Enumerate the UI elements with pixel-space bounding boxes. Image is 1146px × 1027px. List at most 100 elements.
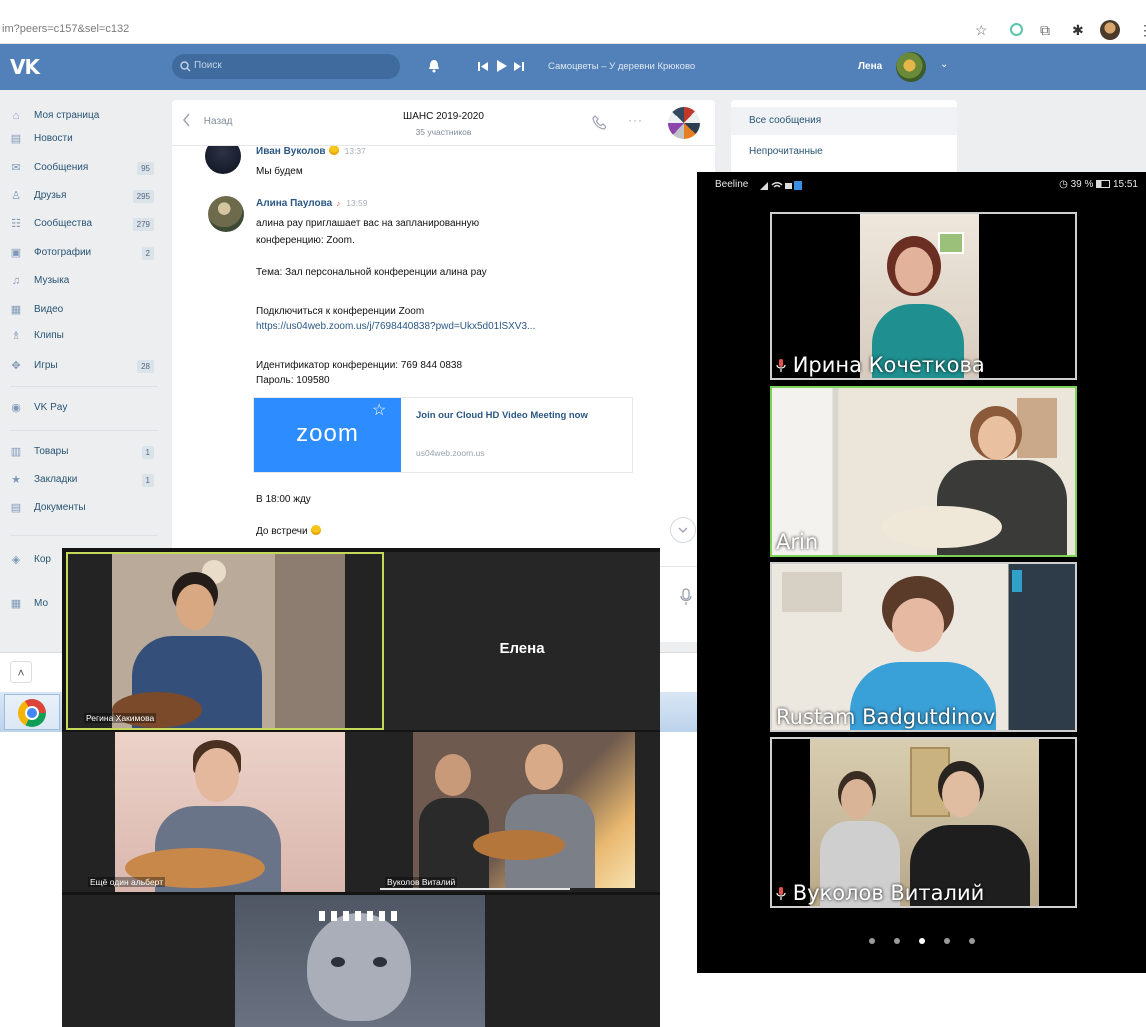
profile-avatar[interactable] — [1100, 20, 1120, 40]
apps-icon: ▦ — [10, 598, 22, 610]
pagination-dot[interactable] — [894, 938, 900, 944]
person-face — [195, 748, 239, 802]
sidebar-divider — [10, 430, 158, 431]
bell-icon[interactable] — [428, 59, 440, 73]
sidebar-item-messages[interactable]: ✉ Сообщения 95 — [6, 159, 160, 177]
vk-logo[interactable]: VK — [10, 55, 40, 79]
chevron-down-icon[interactable]: ⌄ — [940, 59, 948, 70]
message-time: 13:37 — [344, 146, 366, 156]
sidebar-item-label: Моя страница — [34, 110, 100, 121]
sidebar-item-label: Мо — [34, 598, 49, 609]
sidebar-item-music[interactable]: ♫ Музыка — [6, 272, 160, 290]
sidebar-item-label: Клипы — [34, 330, 64, 341]
link-preview-card[interactable]: zoom ☆ Join our Cloud HD Video Meeting n… — [253, 397, 633, 473]
clips-icon: ♗ — [11, 330, 21, 342]
participant-tile-active[interactable]: Arin — [770, 386, 1077, 557]
music-icon: ♫ — [11, 275, 21, 287]
sidebar-item-label: Игры — [34, 360, 58, 371]
cat-head — [307, 913, 411, 1021]
participant-tile[interactable]: Елена — [384, 552, 660, 730]
filter-unread[interactable]: Непрочитанные — [731, 138, 957, 166]
shelf — [1017, 398, 1057, 458]
now-playing[interactable]: Самоцветы – У деревни Крюково — [548, 61, 695, 72]
participant-tile[interactable]: Ирина Кочеткова — [770, 212, 1077, 380]
status-right: ◷ 39 % 15:51 — [1059, 179, 1138, 190]
sidebar-item-my-page[interactable]: ⌂ Моя страница — [6, 107, 160, 125]
participant-name: Rustam Badgutdinov — [776, 705, 996, 729]
message-text: алина рау приглашает вас на запланирован… — [256, 218, 480, 229]
pagination-dot[interactable] — [944, 938, 950, 944]
avatar[interactable] — [208, 196, 244, 232]
phone-call-icon[interactable] — [592, 115, 606, 130]
user-name[interactable]: Лена — [858, 61, 882, 72]
participant-tile[interactable]: Rustam Badgutdinov — [770, 562, 1077, 732]
scroll-down-button[interactable] — [670, 517, 696, 543]
next-track-icon[interactable] — [514, 62, 524, 71]
avatar[interactable] — [205, 146, 241, 174]
link-title[interactable]: Join our Cloud HD Video Meeting now — [416, 410, 626, 422]
sidebar-item-friends[interactable]: ♙ Друзья 295 — [6, 187, 160, 205]
participant-video — [115, 732, 345, 892]
address-bar[interactable]: im?peers=c157&sel=c132 — [2, 23, 129, 35]
communities-icon: ☷ — [11, 218, 21, 230]
guitar — [882, 506, 1002, 548]
bookmark-star-icon[interactable]: ☆ — [372, 400, 386, 420]
sidebar-item-vkpay[interactable]: ◉ VK Pay — [6, 399, 160, 417]
prev-track-icon[interactable] — [478, 62, 488, 71]
participant-tile-active[interactable]: Регина Хакимова — [66, 552, 384, 730]
hood-teeth — [319, 911, 399, 921]
search-input[interactable]: Поиск — [172, 54, 400, 79]
participant-tile[interactable]: Ещё один альберт — [62, 732, 380, 892]
sidebar-item-label: Друзья — [34, 190, 67, 201]
pagination-dot-active[interactable] — [919, 938, 925, 944]
sidebar-item-goods[interactable]: ▥ Товары 1 — [6, 443, 160, 461]
sidebar-item-clips[interactable]: ♗ Клипы — [6, 327, 160, 345]
message-text: Тема: Зал персональной конференции алина… — [256, 267, 487, 278]
signal-icons — [760, 181, 802, 190]
filter-all-messages[interactable]: Все сообщения — [731, 107, 957, 135]
pagination-dot[interactable] — [869, 938, 875, 944]
microphone-icon[interactable] — [680, 588, 692, 606]
sidebar-item-games[interactable]: ✥ Игры 28 — [6, 357, 160, 375]
chat-subtitle[interactable]: 35 участников — [172, 127, 715, 137]
sidebar-item-communities[interactable]: ☷ Сообщества 279 — [6, 215, 160, 233]
sidebar-item-news[interactable]: ▤ Новости — [6, 130, 160, 148]
status-icon: ♪ — [336, 199, 341, 208]
message-author[interactable]: Иван Вуколов — [256, 146, 326, 157]
chat-header: Назад ШАНС 2019-2020 35 участников ··· — [172, 100, 715, 146]
messages-icon: ✉ — [11, 162, 21, 174]
chevron-up-icon[interactable]: ˄ — [10, 661, 32, 683]
collage: im?peers=c157&sel=c132 ☆ ⧉ ✱ ⋮ VK Поиск … — [0, 0, 1146, 1027]
sidebar-item-photos[interactable]: ▣ Фотографии 2 — [6, 244, 160, 262]
star-icon[interactable]: ☆ — [975, 22, 988, 38]
participant-tile[interactable]: Вуколов Виталий — [770, 737, 1077, 908]
chat-avatar[interactable] — [668, 107, 700, 139]
pagination-dot[interactable] — [969, 938, 975, 944]
play-icon[interactable] — [497, 60, 507, 72]
search-placeholder: Поиск — [194, 60, 222, 71]
person-face — [942, 771, 980, 817]
more-icon[interactable]: ··· — [628, 113, 643, 127]
puzzle-icon[interactable]: ✱ — [1072, 22, 1084, 38]
chevron-down-icon — [678, 527, 688, 533]
smile-emoji-icon — [310, 525, 321, 535]
chrome-icon — [18, 699, 46, 727]
participant-name: Ирина Кочеткова — [792, 353, 985, 377]
taskbar-chrome-button[interactable] — [4, 694, 60, 730]
door-sign — [1012, 570, 1022, 592]
extension-icon[interactable] — [1010, 23, 1023, 36]
message-author[interactable]: Алина Паулова — [256, 198, 332, 209]
home-icon: ⌂ — [12, 110, 20, 122]
sidebar-item-video[interactable]: ▦ Видео — [6, 301, 160, 319]
user-avatar[interactable] — [896, 52, 926, 82]
sidebar-item-bookmarks[interactable]: ★ Закладки 1 — [6, 471, 160, 489]
more-icon[interactable]: ⋮ — [1138, 22, 1146, 38]
sidebar-item-documents[interactable]: ▤ Документы — [6, 499, 160, 517]
vkpay-icon: ◉ — [11, 402, 21, 414]
participant-tile[interactable]: Вуколов Виталий — [380, 732, 660, 892]
tab-icon[interactable]: ⧉ — [1040, 22, 1050, 38]
counter-badge: 2 — [141, 247, 154, 260]
sidebar-item-label: Кор — [34, 554, 51, 565]
participant-tile[interactable] — [62, 895, 660, 1027]
zoom-link[interactable]: https://us04web.zoom.us/j/7698440838?pwd… — [256, 320, 535, 334]
